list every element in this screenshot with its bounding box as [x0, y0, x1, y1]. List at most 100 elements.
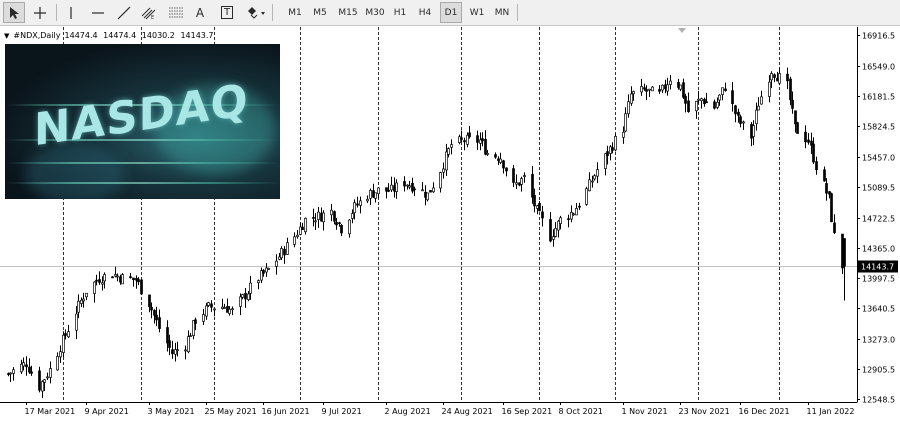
candle-body	[67, 331, 70, 338]
candle-body	[30, 371, 33, 374]
price-tick-label: 13997.5	[862, 275, 895, 284]
candle-body	[244, 293, 247, 300]
price-tick-label: 15089.5	[862, 184, 895, 193]
candle-body	[348, 219, 351, 235]
candle-body	[494, 154, 497, 158]
candle-body	[9, 372, 12, 375]
candle-body	[301, 226, 304, 231]
candle-body	[468, 132, 471, 138]
candle-body	[314, 220, 317, 223]
timeframe-m1-button[interactable]: M1	[284, 2, 306, 23]
candle-body	[481, 138, 484, 142]
candle-body	[312, 217, 315, 219]
candle-body	[630, 93, 633, 104]
chart-area[interactable]: 16916.5 16549.0 16181.5 15824.5 15457.0 15089…	[0, 27, 900, 429]
candle-body	[815, 161, 818, 171]
candle-body	[825, 183, 828, 194]
timeframe-m30-button[interactable]: M30	[363, 2, 387, 23]
text-tool-button[interactable]: A	[189, 2, 211, 23]
timeframe-m15-button[interactable]: M15	[335, 2, 361, 23]
candle-body	[512, 168, 515, 183]
timeframe-h1-button[interactable]: H1	[390, 2, 410, 23]
candle-body	[718, 94, 721, 101]
candle-body	[484, 139, 487, 155]
candle-body	[62, 334, 65, 353]
vertical-line-icon	[64, 6, 78, 20]
candle-body	[778, 73, 781, 84]
chart-shift-marker-icon[interactable]	[678, 28, 686, 33]
candle-body	[202, 314, 205, 322]
candle-body	[611, 147, 614, 151]
price-tick-label: 16916.5	[862, 32, 895, 41]
timeframe-mn-button[interactable]: MN	[491, 2, 513, 23]
candle-body	[304, 217, 307, 233]
shapes-dropdown-tool-button[interactable]	[243, 2, 269, 23]
candle-body	[791, 99, 794, 109]
candle-body	[843, 238, 846, 267]
candle-body	[585, 188, 588, 205]
channel-tool-button[interactable]: E	[138, 2, 160, 23]
candle-body	[241, 294, 244, 298]
text-label-tool-button[interactable]: T	[216, 2, 238, 23]
vertical-line-tool-button[interactable]	[60, 2, 82, 23]
trendline-tool-button[interactable]	[113, 2, 135, 23]
candle-body	[648, 88, 651, 91]
candle-body	[59, 351, 62, 358]
candle-body	[796, 122, 799, 134]
candle-body	[150, 306, 153, 311]
candle-body	[549, 219, 552, 242]
candle-body	[155, 314, 158, 321]
candle-body	[812, 143, 815, 163]
timeframe-w1-button[interactable]: W1	[466, 2, 488, 23]
toolbar-separator	[517, 4, 518, 21]
price-tick-label: 15824.5	[862, 123, 895, 132]
candle-body	[768, 81, 771, 97]
timeframe-m5-button[interactable]: M5	[309, 2, 331, 23]
candle-body	[38, 370, 41, 391]
candle-body	[752, 125, 755, 137]
candle-body	[82, 298, 85, 302]
candle-body	[559, 217, 562, 224]
candle-body	[505, 167, 508, 172]
timeframe-h4-button[interactable]: H4	[414, 2, 436, 23]
candle-body	[533, 194, 536, 207]
crosshair-icon	[33, 6, 47, 20]
crosshair-tool-button[interactable]	[29, 2, 51, 23]
candle-body	[85, 292, 88, 298]
candle-body	[267, 268, 270, 270]
candle-body	[158, 317, 161, 329]
horizontal-line-icon	[91, 6, 105, 20]
timeframe-d1-button[interactable]: D1	[440, 2, 462, 23]
candle-body	[755, 109, 758, 124]
candle-body	[168, 340, 171, 348]
candle-body	[330, 209, 333, 216]
collapse-triangle-icon[interactable]: ▼	[4, 32, 9, 40]
candle-body	[101, 282, 104, 285]
candle-body	[137, 279, 140, 283]
candle-body	[614, 135, 617, 151]
candle-body	[351, 213, 354, 219]
candle-body	[207, 302, 210, 306]
candle-body	[622, 131, 625, 138]
candle-body	[794, 110, 797, 125]
candle-body	[632, 91, 635, 95]
candle-body	[687, 100, 690, 112]
horizontal-line-tool-button[interactable]	[87, 2, 109, 23]
candle-body	[640, 86, 643, 93]
price-tick-label: 16181.5	[862, 93, 895, 102]
candle-body	[684, 95, 687, 104]
candle-body	[523, 175, 526, 178]
toolbar: E A T M1 M5 M15 M30 H1 H4 D1 W1 MN	[0, 0, 900, 26]
cursor-arrow-tool-button[interactable]	[3, 2, 25, 23]
price-tick-label: 16549.0	[862, 63, 895, 72]
price-tick-label: 13640.5	[862, 305, 895, 314]
price-tick-label: 13273.0	[862, 336, 895, 345]
candle-body	[25, 364, 28, 368]
fibonacci-tool-button[interactable]	[165, 2, 187, 23]
svg-text:E: E	[151, 15, 154, 20]
candle-body	[408, 185, 411, 188]
candle-body	[721, 87, 724, 95]
candle-body	[531, 173, 534, 198]
candle-body	[624, 113, 627, 132]
shapes-dropdown-icon	[246, 6, 266, 20]
